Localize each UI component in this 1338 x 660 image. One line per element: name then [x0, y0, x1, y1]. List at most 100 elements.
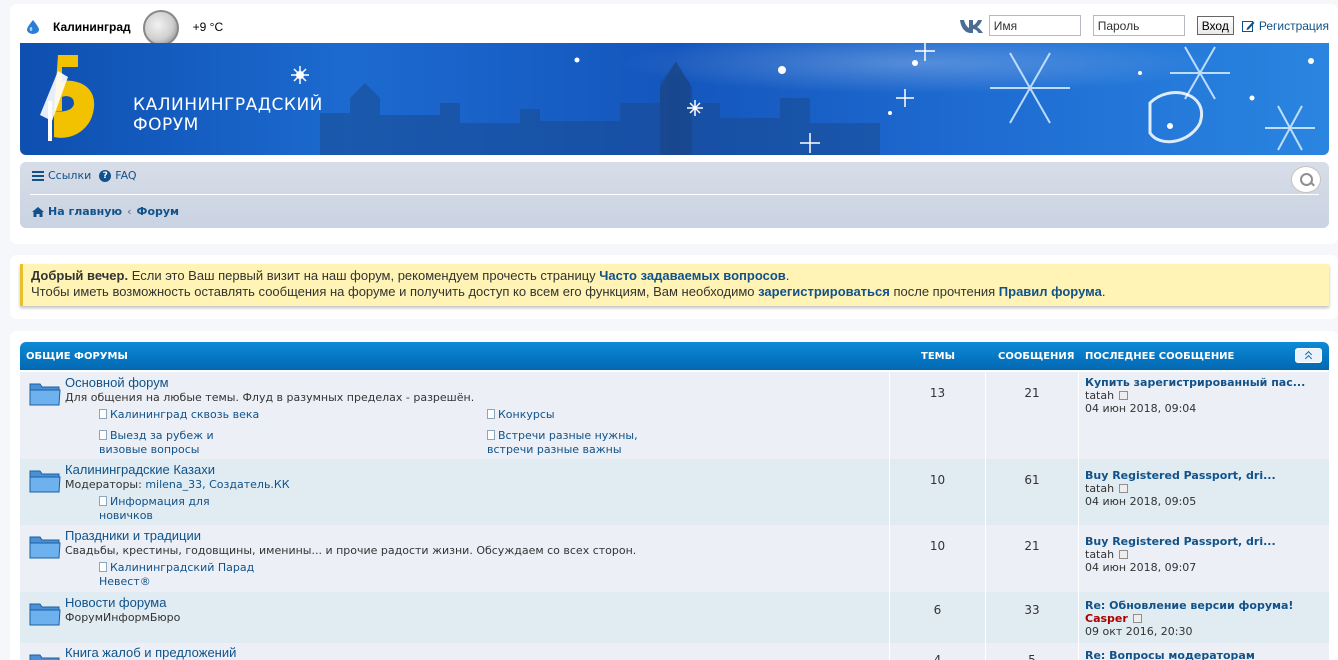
faq-link[interactable]: FAQ [115, 169, 136, 182]
register-notice-link[interactable]: зарегистрироваться [758, 284, 890, 299]
breadcrumb-forum[interactable]: Форум [137, 205, 180, 218]
posts-count: 5 [1028, 653, 1036, 660]
forum-title[interactable]: Основной форум [65, 375, 169, 390]
subforum-label[interactable]: встречи разные важны [487, 443, 622, 456]
site-banner: КАЛИНИНГРАДСКИЙ ФОРУМ [20, 43, 1329, 155]
forum-row: Новости форума ФорумИнформБюро 6 33 Re: … [20, 592, 1329, 643]
forum-title[interactable]: Праздники и традиции [65, 528, 201, 543]
top-bar: Калининград +9 °C Вход Регистрация [20, 9, 1329, 46]
last-post-column-header: Последнее сообщение [1085, 351, 1235, 362]
login-button[interactable]: Вход [1196, 16, 1234, 35]
subforum-link[interactable]: Встречи разные нужны, встречи разные важн… [487, 429, 638, 457]
column-divider [1078, 592, 1079, 643]
last-post: Re: Обновление версии форума! Casper 09 … [1085, 599, 1293, 638]
username-input[interactable] [988, 15, 1081, 36]
posts-count: 21 [1024, 539, 1040, 553]
posts-count: 21 [1024, 386, 1040, 400]
moon-phase-icon [142, 9, 179, 46]
forum-title[interactable]: Книга жалоб и предложений [65, 645, 236, 660]
section-title[interactable]: Общие форумы [26, 351, 128, 362]
subforum-icon [99, 409, 107, 419]
last-post: Buy Registered Passport, dri... tatah 04… [1085, 535, 1276, 574]
last-post-title[interactable]: Re: Вопросы модераторам [1085, 649, 1255, 660]
collapse-button[interactable] [1295, 348, 1322, 363]
notice-text-3: после прочтения [889, 284, 999, 299]
last-post-author[interactable]: tatah [1085, 389, 1114, 402]
view-latest-post-icon[interactable] [1132, 614, 1142, 623]
faq-page-link[interactable]: Часто задаваемых вопросов [599, 268, 786, 283]
subforum-label[interactable]: Конкурсы [498, 408, 555, 421]
subforum-icon [487, 430, 495, 440]
rules-link[interactable]: Правил форума [999, 284, 1102, 299]
home-icon [32, 206, 44, 217]
last-post: Re: Вопросы модераторам [1085, 649, 1255, 660]
subforum-link[interactable]: Калининград сквозь века [99, 408, 259, 422]
moderators-label: Модераторы: [65, 478, 146, 491]
register-link[interactable]: Регистрация [1241, 19, 1329, 33]
city-name: Калининград [53, 19, 131, 34]
subforum-link[interactable]: Информация для новичков [99, 495, 210, 523]
links-menu[interactable]: Ссылки [48, 169, 91, 182]
menu-icon[interactable] [32, 170, 44, 181]
subforum-icon [99, 430, 107, 440]
last-post-date: 04 июн 2018, 09:05 [1085, 495, 1197, 508]
moderators-list[interactable]: milena_33, Создатель.КК [145, 478, 289, 491]
weather-widget: Калининград +9 °C [20, 9, 223, 46]
water-drop-icon [27, 19, 39, 34]
logo-line-1: КАЛИНИНГРАДСКИЙ [133, 95, 323, 115]
last-post-title[interactable]: Buy Registered Passport, dri... [1085, 535, 1276, 548]
last-post: Купить зарегистрированный пас... tatah 0… [1085, 376, 1305, 415]
forum-description: Свадьбы, крестины, годовщины, именины...… [65, 544, 637, 557]
last-post-title[interactable]: Re: Обновление версии форума! [1085, 599, 1293, 612]
subforum-label[interactable]: Выезд за рубеж и [110, 429, 214, 442]
last-post-title[interactable]: Купить зарегистрированный пас... [1085, 376, 1305, 389]
edit-icon [1241, 20, 1255, 32]
forum-title[interactable]: Новости форума [65, 595, 166, 610]
notice-text-1: Если это Ваш первый визит на наш форум, … [128, 268, 600, 283]
column-divider [1078, 643, 1079, 660]
last-post-title[interactable]: Buy Registered Passport, dri... [1085, 469, 1276, 482]
subforum-link[interactable]: Калининградский Парад Невест® [99, 561, 254, 589]
posts-column-header: Сообщения [998, 351, 1075, 362]
last-post: Buy Registered Passport, dri... tatah 04… [1085, 469, 1276, 508]
breadcrumb: На главную ‹ Форум [32, 205, 179, 218]
forum-title[interactable]: Калининградские Казахи [65, 462, 215, 477]
forum-list-header: Общие форумы Темы Сообщения Последнее со… [20, 342, 1329, 370]
subforum-link[interactable]: Конкурсы [487, 408, 555, 422]
subforum-label[interactable]: Калининградский Парад [110, 561, 254, 574]
register-label[interactable]: Регистрация [1259, 19, 1329, 33]
password-input[interactable] [1092, 15, 1185, 36]
subforum-label[interactable]: визовые вопросы [99, 443, 200, 456]
notice-greeting: Добрый вечер. [31, 268, 129, 283]
logo-line-2: ФОРУМ [133, 115, 199, 135]
posts-count: 33 [1024, 603, 1040, 617]
last-post-author[interactable]: Casper [1085, 612, 1128, 625]
vk-icon[interactable] [959, 18, 987, 34]
last-post-author[interactable]: tatah [1085, 548, 1114, 561]
last-post-date: 04 июн 2018, 09:04 [1085, 402, 1197, 415]
topics-count: 6 [933, 603, 942, 617]
notice-line-2: Чтобы иметь возможность оставлять сообще… [31, 284, 1321, 300]
view-latest-post-icon[interactable] [1119, 391, 1129, 400]
last-post-author[interactable]: tatah [1085, 482, 1114, 495]
view-latest-post-icon[interactable] [1119, 484, 1129, 493]
column-divider [1078, 372, 1079, 459]
subforum-label[interactable]: Невест® [99, 575, 151, 588]
subforum-label[interactable]: Встречи разные нужны, [498, 429, 638, 442]
notice-text-1-end: . [785, 268, 790, 283]
forum-moderators: Модераторы: milena_33, Создатель.КК [65, 478, 290, 491]
site-logo-text[interactable]: КАЛИНИНГРАДСКИЙ ФОРУМ [133, 95, 323, 135]
column-divider [1078, 459, 1079, 525]
subforum-label[interactable]: новичков [99, 509, 153, 522]
last-post-date: 09 окт 2016, 20:30 [1085, 625, 1193, 638]
search-button[interactable] [1291, 166, 1321, 193]
view-latest-post-icon[interactable] [1119, 550, 1129, 559]
column-divider [889, 459, 890, 525]
subforum-link[interactable]: Выезд за рубеж и визовые вопросы [99, 429, 214, 457]
forum-description: ФорумИнформБюро [65, 611, 181, 624]
column-divider [889, 592, 890, 643]
subforum-label[interactable]: Калининград сквозь века [110, 408, 259, 421]
subforum-label[interactable]: Информация для [110, 495, 210, 508]
breadcrumb-home[interactable]: На главную [48, 205, 122, 218]
welcome-notice: Добрый вечер. Если это Ваш первый визит … [20, 264, 1329, 306]
